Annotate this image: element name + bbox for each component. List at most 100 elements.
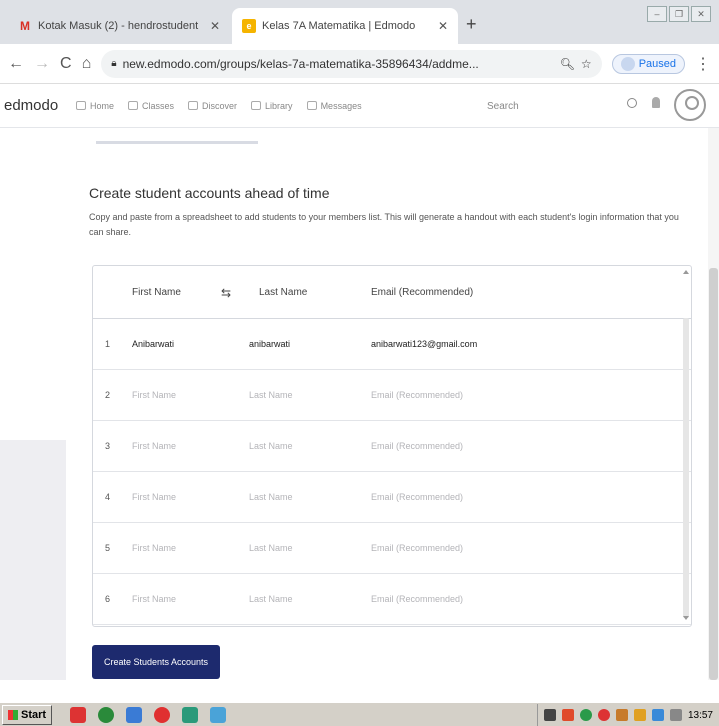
page-title: Create student accounts ahead of time [89,185,330,201]
browser-tab-strip: M Kotak Masuk (2) - hendrostudent ✕ e Ke… [0,0,719,44]
last-name-field[interactable]: Last Name [249,543,293,553]
page-scrollbar-thumb[interactable] [709,268,718,680]
minimize-button[interactable]: – [647,6,667,22]
tray-icon[interactable] [669,709,682,721]
last-name-field[interactable]: Last Name [249,594,293,604]
table-row: 1 Anibarwati anibarwati anibarwati123@gm… [93,319,691,370]
reload-icon[interactable]: C [60,55,72,73]
row-number: 4 [105,492,111,502]
row-number: 2 [105,390,111,400]
create-students-accounts-button[interactable]: Create Students Accounts [92,645,220,679]
back-icon[interactable]: ← [8,55,24,73]
table-header: First Name ⇆ Last Name Email (Recommende… [93,266,691,319]
table-scrollbar[interactable] [683,270,689,620]
user-avatar[interactable] [674,89,706,121]
first-name-field[interactable]: First Name [132,390,176,400]
nav-label: Library [265,100,293,111]
table-scrollbar-thumb[interactable] [683,318,689,618]
column-email: Email (Recommended) [371,287,474,298]
last-name-field[interactable]: Last Name [249,492,293,502]
tray-icon[interactable] [597,709,610,721]
nav-classes[interactable]: Classes [128,101,174,111]
table-row: 2 First Name Last Name Email (Recommende… [93,370,691,421]
email-field[interactable]: Email (Recommended) [371,492,463,502]
home-icon [76,101,86,110]
swap-columns-icon[interactable]: ⇆ [221,286,231,300]
column-first-name: First Name [132,287,181,298]
email-field[interactable]: anibarwati123@gmail.com [371,339,477,349]
row-number: 5 [105,543,111,553]
tray-icon[interactable] [543,709,556,721]
table-row: 5 First Name Last Name Email (Recommende… [93,523,691,574]
edmodo-icon: e [242,19,256,33]
system-tray: 13:57 [536,704,719,726]
clock: 13:57 [687,709,713,721]
bookmark-star-icon[interactable]: ☆ [581,57,592,71]
tray-icon[interactable] [615,709,628,721]
first-name-field[interactable]: First Name [132,492,176,502]
close-icon[interactable]: ✕ [438,19,448,33]
lock-icon: 🔒︎ [111,58,117,69]
edmodo-logo[interactable]: edmodo [4,97,76,114]
tray-icon[interactable] [561,709,574,721]
close-window-button[interactable]: ✕ [691,6,711,22]
email-field[interactable]: Email (Recommended) [371,543,463,553]
profile-button[interactable]: Paused [611,53,685,74]
nav-discover[interactable]: Discover [188,101,237,111]
discover-icon [188,101,199,110]
table-row: 4 First Name Last Name Email (Recommende… [93,472,691,523]
chrome-icon[interactable] [98,706,115,723]
profile-label: Paused [638,57,676,70]
menu-icon[interactable]: ⋮ [695,54,711,74]
scroll-down-arrow-icon[interactable] [683,616,689,620]
first-name-field[interactable]: First Name [132,441,176,451]
email-field[interactable]: Email (Recommended) [371,441,463,451]
page-description: Copy and paste from a spreadsheet to add… [89,212,679,237]
search-input[interactable]: Search [475,94,625,118]
tab-title: Kotak Masuk (2) - hendrostudent [38,20,199,32]
first-name-field[interactable]: First Name [132,543,176,553]
nav-messages[interactable]: Messages [306,101,362,111]
email-field[interactable]: Email (Recommended) [371,594,463,604]
library-icon [251,101,262,110]
scroll-up-arrow-icon[interactable] [683,270,689,274]
app-icon[interactable] [70,706,87,723]
row-number: 6 [105,594,111,604]
last-name-field[interactable]: Last Name [249,441,293,451]
first-name-field[interactable]: Anibarwati [132,339,174,349]
nav-home[interactable]: Home [76,101,114,111]
new-tab-button[interactable]: + [466,14,477,35]
app-icon[interactable] [210,706,227,723]
opera-icon[interactable] [154,706,171,723]
tab-underline [96,141,258,144]
last-name-field[interactable]: Last Name [249,390,293,400]
start-button[interactable]: Start [2,704,53,725]
taskbar: Start 13:57 [0,702,719,726]
forward-icon[interactable]: → [34,55,50,73]
tray-icon[interactable] [579,709,592,721]
tray-icon[interactable] [651,709,664,721]
tab-edmodo[interactable]: e Kelas 7A Matematika | Edmodo ✕ [232,8,458,44]
url-text: new.edmodo.com/groups/kelas-7a-matematik… [122,56,479,71]
restore-button[interactable]: ❐ [669,6,689,22]
column-last-name: Last Name [259,287,308,298]
tray-icon[interactable] [633,709,646,721]
messages-icon [306,101,317,110]
window-controls: – ❐ ✕ [647,6,711,22]
classes-icon [128,101,139,110]
notification-bell-icon[interactable] [652,97,660,108]
nav-library[interactable]: Library [251,101,293,111]
app-icon[interactable] [126,706,143,723]
email-field[interactable]: Email (Recommended) [371,390,463,400]
tab-gmail[interactable]: M Kotak Masuk (2) - hendrostudent ✕ [8,8,230,44]
address-bar[interactable]: 🔒︎ new.edmodo.com/groups/kelas-7a-matema… [101,49,602,78]
search-icon[interactable] [627,98,637,108]
close-icon[interactable]: ✕ [210,19,220,33]
chrome-icon[interactable] [182,706,199,723]
first-name-field[interactable]: First Name [132,594,176,604]
edmodo-header: edmodo Home Classes Discover Library Mes… [0,84,719,128]
main-nav: Home Classes Discover Library Messages [76,101,362,111]
last-name-field[interactable]: anibarwati [249,339,290,349]
home-icon[interactable]: ⌂ [82,55,92,73]
zoom-icon[interactable]: 🔍︎ [560,57,575,71]
